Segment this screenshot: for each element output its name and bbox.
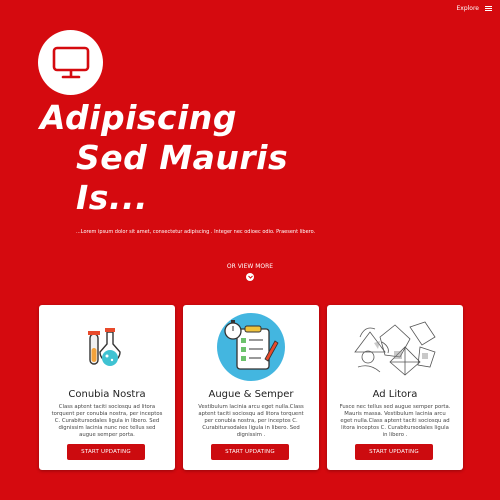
card-title: Augue & Semper	[208, 389, 294, 400]
card-text: Vestibulum lacinia arcu eget nulla.Class…	[198, 404, 304, 438]
monitor-icon	[52, 46, 89, 78]
view-more-label[interactable]: OR VIEW MORE	[227, 263, 273, 270]
hero-paragraph: ...Lorem ipsum dolor sit amet, consectet…	[76, 229, 316, 235]
start-updating-button[interactable]: START UPDATING	[211, 444, 289, 460]
start-updating-button[interactable]: START UPDATING	[67, 444, 145, 460]
card-ad-litora: Ad Litora Fusce nec tellus sed augue sem…	[327, 305, 463, 470]
sketch-collage-icon	[327, 311, 463, 383]
card-conubia-nostra: Conubia Nostra Class aptent taciti socio…	[39, 305, 175, 470]
logo	[38, 30, 103, 95]
card-title: Conubia Nostra	[68, 389, 146, 400]
card-text: Class aptent taciti sociosqu ad litora t…	[51, 404, 163, 438]
card-text: Fusce nec tellus sed augue semper porta.…	[339, 404, 451, 438]
hero-title-line3: Is...	[76, 178, 149, 217]
clipboard-stopwatch-icon	[183, 311, 319, 383]
hero-title-line2: Sed Mauris	[76, 138, 289, 177]
hero-text: ...Lorem ipsum dolor sit amet, consectet…	[76, 229, 376, 236]
view-more[interactable]: OR VIEW MORE	[0, 263, 500, 281]
card-title: Ad Litora	[372, 389, 418, 400]
menu-icon[interactable]	[485, 5, 492, 12]
top-nav: Explore	[456, 5, 492, 12]
hero-title: Adipiscing Sed Mauris Is...	[40, 98, 288, 218]
feature-cards: Conubia Nostra Class aptent taciti socio…	[39, 305, 463, 470]
start-updating-button[interactable]: START UPDATING	[355, 444, 433, 460]
chevron-down-icon[interactable]	[246, 273, 254, 281]
hero-title-line1: Adipiscing	[40, 98, 238, 137]
explore-link[interactable]: Explore	[456, 5, 479, 12]
chemistry-flasks-icon	[39, 311, 175, 383]
card-augue-semper: Augue & Semper Vestibulum lacinia arcu e…	[183, 305, 319, 470]
